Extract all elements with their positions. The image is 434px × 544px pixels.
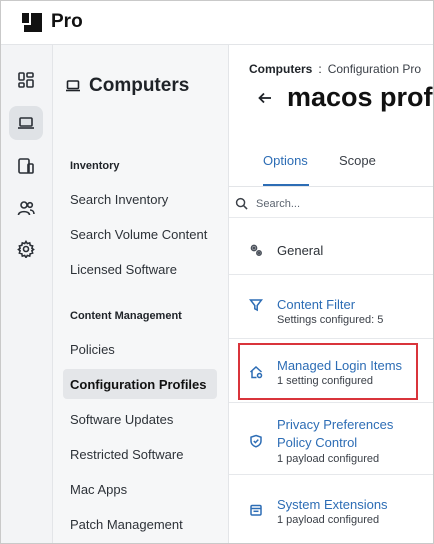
active-tab-indicator: [263, 184, 309, 186]
payload-search: [229, 190, 433, 218]
sidebar-item-search-volume-content[interactable]: Search Volume Content: [63, 219, 217, 249]
dashboard-icon: [18, 72, 34, 88]
breadcrumb-separator: :: [318, 62, 322, 76]
payload-name: General: [277, 243, 324, 258]
sidebar-item-configuration-profiles[interactable]: Configuration Profiles: [63, 369, 217, 399]
payload-status: 1 payload configured: [277, 453, 380, 465]
sidebar-item-restricted-software[interactable]: Restricted Software: [63, 439, 217, 469]
rail-devices-button[interactable]: [9, 149, 43, 183]
breadcrumb: Computers: Configuration Pro: [249, 62, 421, 76]
sidebar: Computers Inventory Search Inventory Sea…: [53, 45, 229, 543]
section-label-content-management: Content Management: [70, 310, 182, 322]
laptop-icon: [18, 117, 34, 129]
shield-check-icon: [249, 434, 263, 448]
payload-general[interactable]: General: [229, 223, 433, 275]
breadcrumb-root-link[interactable]: Computers: [249, 62, 312, 76]
sidebar-item-licensed-software[interactable]: Licensed Software: [63, 254, 217, 284]
rail-computers-button[interactable]: [9, 106, 43, 140]
app-window: Pro Computers Inventory Search Inventory…: [0, 0, 434, 544]
users-icon: [17, 201, 35, 216]
sidebar-item-search-inventory[interactable]: Search Inventory: [63, 184, 217, 214]
arrow-left-icon: [258, 92, 271, 104]
payload-name: Content Filter: [277, 297, 356, 312]
payload-name: System Extensions: [277, 497, 388, 512]
payload-status: Settings configured: 5: [277, 314, 384, 326]
sidebar-title: Computers: [89, 75, 190, 96]
gear-icon: [17, 240, 35, 258]
payload-content-filter[interactable]: Content Filter Settings configured: 5: [229, 283, 433, 339]
tab-bar: Options Scope: [229, 143, 433, 187]
main-content: Computers: Configuration Pro macos prof O…: [229, 45, 433, 543]
laptop-icon: [66, 80, 80, 92]
search-input[interactable]: [256, 197, 406, 210]
app-name: Pro: [51, 11, 83, 32]
filter-icon: [248, 298, 264, 312]
breadcrumb-current: Configuration Pro: [327, 62, 422, 76]
payload-privacy-preferences-policy-control[interactable]: Privacy Preferences Policy Control 1 pay…: [229, 407, 433, 475]
sidebar-item-mac-apps[interactable]: Mac Apps: [63, 474, 217, 504]
icon-rail: [1, 45, 53, 543]
section-label-inventory: Inventory: [70, 160, 120, 172]
tab-scope[interactable]: Scope: [339, 153, 376, 168]
sidebar-item-policies[interactable]: Policies: [63, 334, 217, 364]
tab-options[interactable]: Options: [263, 153, 308, 168]
payload-status: 1 payload configured: [277, 514, 380, 526]
back-button[interactable]: [257, 90, 273, 106]
annotation-highlight-box: [238, 343, 418, 400]
devices-icon: [18, 158, 34, 174]
payload-name-line2: Policy Control: [277, 435, 358, 450]
jamf-logo-icon: [22, 13, 42, 32]
extension-icon: [249, 503, 263, 517]
gears-icon: [249, 243, 263, 257]
page-title: macos prof: [287, 82, 433, 112]
rail-users-button[interactable]: [9, 191, 43, 225]
top-bar: Pro: [1, 1, 433, 45]
sidebar-item-patch-management[interactable]: Patch Management: [63, 509, 217, 539]
payload-name-line1: Privacy Preferences: [277, 417, 394, 432]
rail-settings-button[interactable]: [9, 232, 43, 266]
payload-system-extensions[interactable]: System Extensions 1 payload configured: [229, 483, 433, 539]
sidebar-item-software-updates[interactable]: Software Updates: [63, 404, 217, 434]
rail-dashboard-button[interactable]: [9, 63, 43, 97]
sidebar-header: Computers: [65, 75, 189, 97]
search-icon: [235, 197, 248, 210]
